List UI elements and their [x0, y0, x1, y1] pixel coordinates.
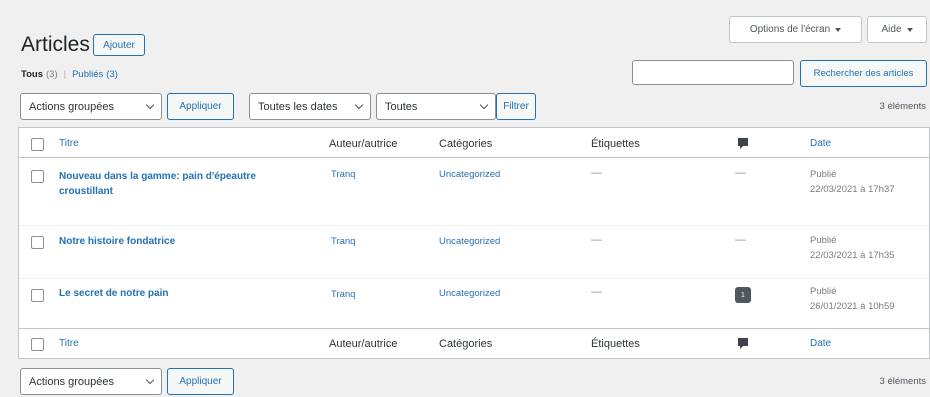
category-filter-select[interactable]: Toutes [376, 93, 496, 120]
post-datetime: 22/03/2021 à 17h37 [810, 184, 895, 195]
search-posts-button[interactable]: Rechercher des articles [800, 60, 927, 87]
table-row: Nouveau dans la gamme: pain d'épeautre c… [19, 158, 929, 225]
post-title-link[interactable]: Le secret de notre pain [59, 288, 168, 299]
author-link[interactable]: Tranq [331, 236, 355, 247]
author-link[interactable]: Tranq [331, 169, 355, 180]
post-status: Publié [810, 169, 837, 180]
apply-button[interactable]: Appliquer [167, 93, 234, 120]
bulk-actions-select-bottom[interactable]: Actions groupées [20, 368, 162, 395]
chevron-down-icon [354, 100, 364, 110]
tags-empty: — [591, 167, 602, 179]
category-link[interactable]: Uncategorized [439, 236, 500, 247]
post-title-link[interactable]: Notre histoire fondatrice [59, 236, 175, 247]
dates-filter-value: Toutes les dates [258, 100, 338, 113]
chevron-down-icon [479, 100, 489, 110]
post-title-line: croustillant [59, 186, 113, 197]
post-date: Publié 26/01/2021 à 10h59 [810, 284, 895, 314]
category-filter-value: Toutes [385, 100, 418, 113]
bulk-actions-select[interactable]: Actions groupées [20, 93, 162, 120]
post-title-line: Nouveau dans la gamme: pain d'épeautre [59, 171, 256, 182]
caret-down-icon [835, 27, 842, 32]
post-datetime: 26/01/2021 à 10h59 [810, 301, 895, 312]
table-row: Notre histoire fondatrice Tranq Uncatego… [19, 226, 929, 278]
chevron-down-icon [145, 100, 155, 110]
footer-divider [19, 328, 929, 329]
dates-filter-select[interactable]: Toutes les dates [249, 93, 371, 120]
comments-empty: — [735, 167, 746, 179]
items-count-bottom: 3 éléments [879, 376, 926, 387]
post-status: Publié [810, 235, 837, 246]
tags-empty: — [591, 286, 602, 298]
post-date: Publié 22/03/2021 à 17h35 [810, 233, 895, 263]
comment-bubble-icon[interactable] [737, 337, 749, 350]
category-link[interactable]: Uncategorized [439, 288, 500, 299]
table-row: Le secret de notre pain Tranq Uncategori… [19, 279, 929, 328]
apply-button-bottom[interactable]: Appliquer [167, 368, 234, 395]
filter-separator: | [63, 69, 67, 80]
column-tags-footer: Étiquettes [591, 338, 640, 350]
column-tags-header: Étiquettes [591, 138, 640, 150]
comment-bubble-icon[interactable] [737, 137, 749, 150]
items-count-top: 3 éléments [879, 101, 926, 112]
caret-down-icon [906, 27, 913, 32]
comments-empty: — [735, 234, 746, 246]
column-author-header: Auteur/autrice [329, 138, 398, 150]
column-date-header[interactable]: Date [810, 138, 831, 149]
screen-options-button[interactable]: Options de l'écran [729, 16, 862, 43]
search-input[interactable] [632, 60, 794, 85]
select-all-checkbox-footer[interactable] [31, 338, 44, 351]
chevron-down-icon [145, 375, 155, 385]
comment-count-badge[interactable]: 1 [735, 287, 751, 303]
filter-all-count: (3) [46, 69, 58, 80]
screen-options-label: Options de l'écran [749, 24, 831, 35]
row-checkbox[interactable] [31, 236, 44, 249]
filter-published-link[interactable]: Publiés [72, 69, 103, 80]
category-link[interactable]: Uncategorized [439, 169, 500, 180]
select-all-checkbox[interactable] [31, 138, 44, 151]
add-new-button[interactable]: Ajouter [93, 34, 145, 56]
column-date-footer[interactable]: Date [810, 338, 831, 349]
bulk-actions-value: Actions groupées [29, 375, 114, 388]
filter-button[interactable]: Filtrer [496, 93, 536, 120]
column-categories-header: Catégories [439, 138, 493, 150]
column-title-footer[interactable]: Titre [59, 338, 79, 349]
post-datetime: 22/03/2021 à 17h35 [810, 250, 895, 261]
filter-all-link[interactable]: Tous [21, 69, 43, 80]
comment-count: 1 [741, 291, 745, 299]
row-checkbox[interactable] [31, 289, 44, 302]
filter-published-count: (3) [106, 69, 118, 80]
column-categories-footer: Catégories [439, 338, 493, 350]
page-title: Articles [21, 33, 90, 56]
status-filter-links: Tous (3) | Publiés (3) [21, 69, 118, 80]
bulk-actions-value: Actions groupées [29, 100, 114, 113]
post-date: Publié 22/03/2021 à 17h37 [810, 167, 895, 197]
help-label: Aide [881, 24, 902, 35]
help-button[interactable]: Aide [867, 16, 927, 43]
posts-table: Titre Auteur/autrice Catégories Étiquett… [18, 127, 930, 359]
post-status: Publié [810, 286, 837, 297]
column-author-footer: Auteur/autrice [329, 338, 398, 350]
post-title-link[interactable]: Nouveau dans la gamme: pain d'épeautre c… [59, 169, 256, 199]
row-checkbox[interactable] [31, 170, 44, 183]
author-link[interactable]: Tranq [331, 289, 355, 300]
column-title-header[interactable]: Titre [59, 138, 79, 149]
tags-empty: — [591, 234, 602, 246]
